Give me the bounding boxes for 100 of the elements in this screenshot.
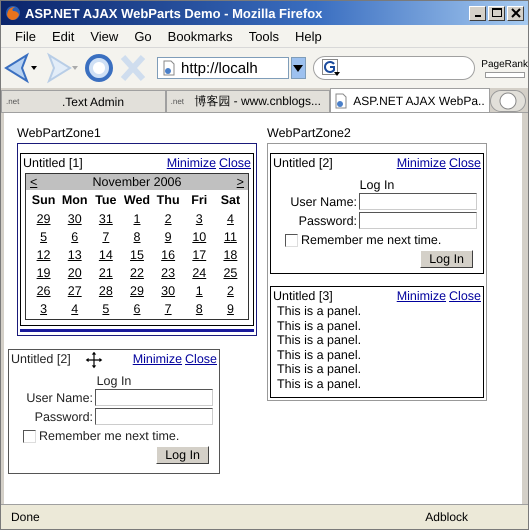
- day-link[interactable]: 14: [98, 248, 113, 262]
- part-title: Untitled [2]: [11, 352, 71, 366]
- day-link[interactable]: 23: [161, 266, 176, 280]
- close-button[interactable]: [507, 6, 524, 20]
- verb-link[interactable]: Close: [219, 156, 251, 170]
- day-link[interactable]: 22: [130, 266, 144, 280]
- verb-link[interactable]: Minimize: [396, 156, 446, 170]
- login-button[interactable]: Log In: [420, 250, 473, 268]
- day-link[interactable]: 11: [224, 230, 237, 244]
- dragged-web-part[interactable]: Untitled [2] Minimize Close Log In User Name: Password: Remember me next time. Log In: [8, 349, 220, 474]
- day-link[interactable]: 26: [36, 284, 51, 298]
- maximize-button[interactable]: [488, 6, 505, 20]
- menu-item[interactable]: Bookmarks: [160, 28, 241, 44]
- day-link[interactable]: 18: [223, 248, 238, 262]
- verb-link[interactable]: Close: [449, 289, 481, 303]
- day-link[interactable]: 7: [164, 302, 172, 316]
- browser-tab[interactable]: .net 博客园 - www.cnblogs...: [166, 90, 330, 112]
- reload-button[interactable]: [83, 52, 115, 84]
- day-link[interactable]: 24: [192, 266, 206, 280]
- day-link[interactable]: 19: [36, 266, 51, 280]
- zone-title: WebPartZone2: [267, 126, 352, 140]
- menu-item[interactable]: File: [7, 28, 44, 44]
- day-link[interactable]: 21: [98, 266, 113, 280]
- day-link[interactable]: 2: [164, 212, 172, 226]
- day-link[interactable]: 29: [130, 284, 144, 298]
- menu-item[interactable]: Help: [287, 28, 330, 44]
- day-link[interactable]: 8: [134, 230, 140, 244]
- window-title: ASP.NET AJAX WebParts Demo - Mozilla Firefox: [25, 6, 324, 20]
- day-link[interactable]: 7: [102, 230, 110, 244]
- day-link[interactable]: 4: [71, 302, 78, 316]
- page-icon: [163, 60, 175, 76]
- day-link[interactable]: 10: [192, 230, 206, 244]
- pagerank-bar: [484, 72, 525, 78]
- page-icon: [335, 92, 348, 108]
- day-link[interactable]: 5: [40, 230, 48, 244]
- day-link[interactable]: 1: [196, 284, 203, 298]
- day-link[interactable]: 4: [226, 212, 234, 226]
- day-link[interactable]: 25: [223, 266, 238, 280]
- move-cursor-icon: [84, 350, 104, 370]
- menu-item[interactable]: Edit: [44, 28, 82, 44]
- day-link[interactable]: 16: [161, 248, 176, 262]
- part-title: Untitled [3]: [273, 289, 333, 303]
- day-link[interactable]: 6: [134, 302, 140, 316]
- day-link[interactable]: 20: [68, 266, 82, 280]
- verb-link[interactable]: Minimize: [396, 289, 446, 303]
- username-input[interactable]: [95, 389, 213, 406]
- menu-item[interactable]: Go: [126, 28, 160, 44]
- day-link[interactable]: 31: [98, 212, 113, 226]
- favicon: .net: [170, 97, 184, 106]
- day-name: Mon: [60, 192, 89, 209]
- checkbox[interactable]: [285, 234, 298, 246]
- address-field[interactable]: http://localh: [157, 57, 290, 79]
- verb-link[interactable]: Close: [449, 156, 481, 170]
- day-link[interactable]: 3: [196, 212, 203, 226]
- part-title: Untitled [2]: [273, 156, 333, 170]
- day-name: Tue: [94, 192, 118, 209]
- previous-month-link[interactable]: <: [30, 175, 38, 189]
- day-link[interactable]: 15: [130, 248, 144, 262]
- panel-text: This is a panel.: [277, 304, 362, 318]
- address-dropdown-button[interactable]: [291, 57, 306, 79]
- status-text: Done: [11, 510, 40, 524]
- day-link[interactable]: 1: [134, 212, 140, 226]
- verb-link[interactable]: Minimize: [132, 352, 182, 366]
- day-link[interactable]: 3: [40, 302, 48, 316]
- verb-link[interactable]: Minimize: [166, 156, 216, 170]
- day-link[interactable]: 13: [68, 248, 82, 262]
- caret-icon: [293, 64, 304, 72]
- menu-item[interactable]: View: [82, 28, 126, 44]
- day-link[interactable]: 8: [196, 302, 203, 316]
- checkbox[interactable]: [23, 430, 36, 442]
- day-link[interactable]: 5: [102, 302, 110, 316]
- search-field[interactable]: [312, 56, 476, 80]
- tab-action-button[interactable]: [490, 90, 526, 112]
- username-input[interactable]: [359, 193, 477, 210]
- day-link[interactable]: 9: [164, 230, 172, 244]
- checkbox-label: Remember me next time.: [39, 429, 180, 443]
- part-title: Untitled [1]: [23, 156, 83, 170]
- day-name: Thu: [156, 192, 181, 209]
- next-month-link[interactable]: >: [236, 175, 244, 189]
- browser-tab[interactable]: ASP.NET AJAX WebPa...: [330, 88, 490, 112]
- day-link[interactable]: 28: [98, 284, 113, 298]
- menu-item[interactable]: Tools: [240, 28, 288, 44]
- day-link[interactable]: 9: [226, 302, 234, 316]
- verb-link[interactable]: Close: [185, 352, 217, 366]
- password-input[interactable]: [95, 408, 213, 425]
- favicon: .net: [6, 97, 20, 106]
- day-link[interactable]: 30: [161, 284, 176, 298]
- day-link[interactable]: 17: [192, 248, 206, 262]
- field-label: Password:: [34, 410, 93, 424]
- day-link[interactable]: 2: [226, 284, 234, 298]
- login-button[interactable]: Log In: [156, 446, 209, 464]
- browser-tab[interactable]: .net .Text Admin: [1, 90, 166, 112]
- day-link[interactable]: 27: [68, 284, 82, 298]
- day-link[interactable]: 6: [71, 230, 78, 244]
- day-link[interactable]: 12: [36, 248, 51, 262]
- password-input[interactable]: [359, 212, 477, 229]
- addon-label[interactable]: Adblock: [425, 510, 468, 524]
- day-link[interactable]: 29: [36, 212, 51, 226]
- minimize-button[interactable]: [469, 6, 486, 20]
- day-link[interactable]: 30: [68, 212, 82, 226]
